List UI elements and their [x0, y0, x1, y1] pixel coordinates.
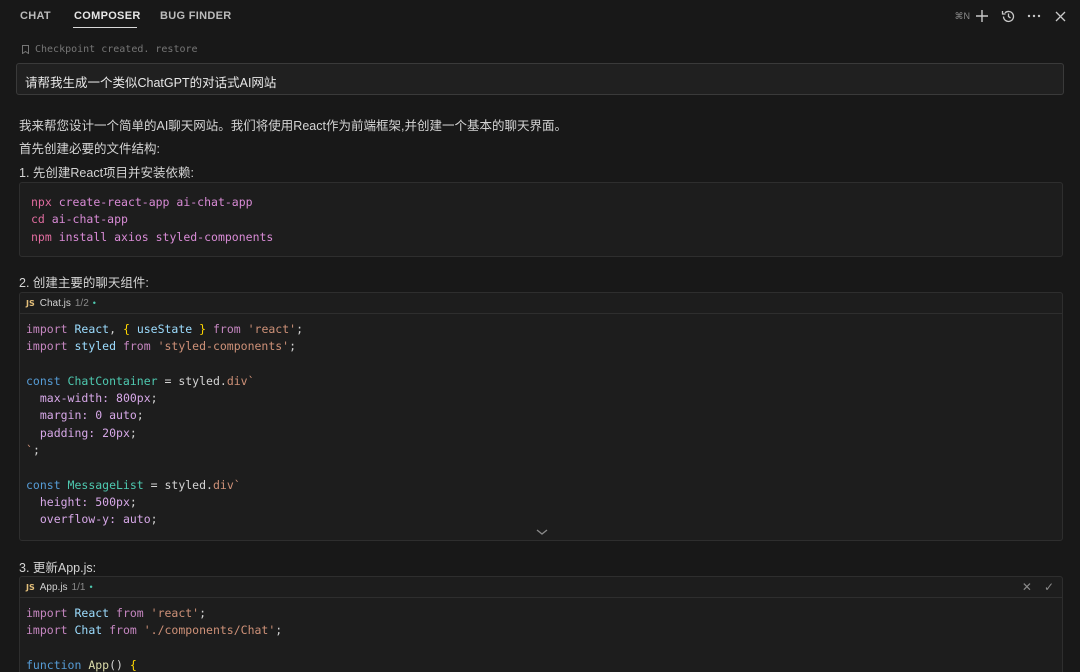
chevron-down-icon[interactable] — [535, 527, 549, 537]
step-3-heading: 3. 更新App.js: — [19, 561, 97, 575]
chat-js-code: import React, { useState } from 'react';… — [20, 314, 1062, 529]
js-file-icon: JS — [26, 582, 35, 592]
history-icon[interactable] — [1000, 6, 1016, 26]
chat-js-code-block[interactable]: JS Chat.js 1/2 • import React, { useStat… — [19, 292, 1063, 541]
change-count: 1/2 — [74, 297, 89, 309]
tab-chat[interactable]: CHAT — [20, 10, 51, 22]
code-line: `; — [26, 443, 40, 458]
code-line: max-width: 800px; — [26, 391, 158, 406]
code-line: height: 500px; — [26, 494, 137, 509]
file-actions: ✕ ✓ — [1022, 580, 1054, 594]
accept-icon[interactable]: ✓ — [1044, 580, 1054, 594]
file-name: Chat.js — [39, 297, 71, 309]
code-line: const ChatContainer = styled.div` — [26, 373, 255, 388]
app-js-file-header[interactable]: JS App.js 1/1 • ✕ ✓ — [20, 577, 1062, 598]
code-line: import React from 'react'; — [26, 606, 207, 620]
restore-link[interactable]: restore — [155, 44, 197, 55]
code-line: margin: 0 auto; — [26, 408, 144, 423]
code-line: npm install axios styled-components — [31, 229, 274, 244]
step-1-heading: 1. 先创建React项目并安装依赖: — [19, 166, 195, 180]
app-js-code-block[interactable]: JS App.js 1/1 • ✕ ✓ import React from 'r… — [19, 576, 1063, 672]
modified-dot: • — [89, 582, 93, 592]
js-file-icon: JS — [26, 298, 35, 308]
file-name: App.js — [39, 581, 68, 593]
bookmark-icon — [22, 45, 29, 54]
chat-js-file-header[interactable]: JS Chat.js 1/2 • — [20, 293, 1062, 314]
active-tab-indicator — [73, 27, 137, 28]
step-2-heading: 2. 创建主要的聊天组件: — [19, 276, 149, 290]
code-line: padding: 20px; — [26, 425, 137, 440]
modified-dot: • — [92, 298, 96, 308]
code-line: cd ai-chat-app — [31, 212, 128, 227]
more-icon[interactable] — [1026, 6, 1042, 26]
reject-icon[interactable]: ✕ — [1022, 580, 1032, 594]
shell-code-block[interactable]: npx create-react-app ai-chat-app cd ai-ch… — [19, 182, 1063, 257]
new-shortcut-hint: ⌘N — [954, 10, 971, 21]
code-line: const MessageList = styled.div` — [26, 477, 241, 492]
shell-code: npx create-react-app ai-chat-app cd ai-ch… — [20, 183, 1062, 246]
top-bar: CHAT COMPOSER BUG FINDER ⌘N — [0, 0, 1080, 34]
user-prompt[interactable]: 请帮我生成一个类似ChatGPT的对话式AI网站 — [16, 63, 1064, 95]
checkpoint-text: Checkpoint created. — [35, 44, 150, 55]
app-js-code: import React from 'react'; import Chat fr… — [20, 598, 1062, 672]
code-line: import Chat from './components/Chat'; — [26, 623, 283, 638]
change-count: 1/1 — [71, 581, 86, 593]
code-line: import React, { useState } from 'react'; — [26, 322, 304, 336]
plus-icon[interactable] — [974, 6, 990, 26]
intro-text: 我来帮您设计一个简单的AI聊天网站。我们将使用React作为前端框架,并创建一个… — [19, 119, 567, 133]
structure-note: 首先创建必要的文件结构: — [19, 142, 160, 156]
code-line: overflow-y: auto; — [26, 512, 158, 527]
code-line: npx create-react-app ai-chat-app — [31, 195, 253, 209]
close-icon[interactable] — [1052, 6, 1068, 26]
checkpoint-note: Checkpoint created. restore — [22, 44, 198, 55]
code-line: import styled from 'styled-components'; — [26, 339, 297, 354]
tab-bug-finder[interactable]: BUG FINDER — [160, 10, 231, 22]
code-line: function App() { — [26, 657, 137, 672]
top-actions: ⌘N — [955, 6, 1069, 26]
tab-composer[interactable]: COMPOSER — [74, 10, 141, 22]
